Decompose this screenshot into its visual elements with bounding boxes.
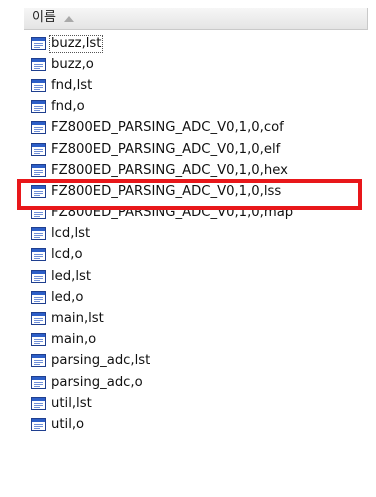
file-name: buzz,o: [51, 56, 94, 72]
file-name: lcd,lst: [51, 226, 91, 242]
file-list: buzz,lst buzz,o fnd,lst fnd,o FZ800ED_PARSIN…: [31, 33, 294, 436]
file-icon: [31, 248, 47, 262]
file-icon: [31, 269, 47, 284]
file-row[interactable]: FZ800ED_PARSING_ADC_V0,1,0,lss: [31, 181, 294, 202]
file-row[interactable]: util,lst: [31, 393, 294, 414]
name-column-header[interactable]: 이름: [24, 8, 368, 30]
file-row[interactable]: FZ800ED_PARSING_ADC_V0,1,0,cof: [31, 118, 294, 139]
file-icon: [31, 121, 47, 135]
file-row[interactable]: led,o: [31, 287, 294, 308]
file-row[interactable]: FZ800ED_PARSING_ADC_V0,1,0,elf: [31, 139, 294, 160]
file-name: led,o: [51, 289, 84, 305]
file-row[interactable]: main,lst: [31, 308, 294, 329]
file-row[interactable]: main,o: [31, 330, 294, 351]
file-name: buzz,lst: [48, 34, 104, 53]
file-icon: [31, 142, 47, 157]
file-row[interactable]: led,lst: [31, 266, 294, 287]
file-name: fnd,o: [51, 99, 85, 115]
file-row[interactable]: parsing_adc,lst: [31, 351, 294, 372]
file-icon: [31, 417, 47, 432]
file-icon: [31, 354, 47, 368]
file-row[interactable]: lcd,o: [31, 245, 294, 266]
file-icon: [31, 57, 47, 72]
name-column-label: 이름: [32, 10, 56, 25]
file-name: fnd,lst: [51, 77, 93, 93]
file-list-pane: 이름 buzz,lst buzz,o fnd,lst fnd,o FZ800ED_PAR…: [0, 0, 376, 497]
file-row[interactable]: util,o: [31, 414, 294, 435]
file-name: FZ800ED_PARSING_ADC_V0,1,0,map: [51, 205, 294, 221]
sort-ascending-icon: [64, 16, 74, 22]
file-name: util,lst: [51, 395, 92, 411]
file-name: parsing_adc,o: [51, 374, 143, 390]
file-row[interactable]: fnd,o: [31, 97, 294, 118]
file-icon: [31, 333, 47, 347]
file-icon: [31, 184, 47, 199]
file-icon: [31, 312, 47, 326]
file-icon: [31, 100, 47, 114]
file-name: led,lst: [51, 268, 92, 284]
file-name: main,lst: [51, 311, 104, 327]
file-icon: [31, 227, 47, 241]
file-icon: [31, 163, 47, 178]
file-row[interactable]: fnd,lst: [31, 75, 294, 96]
file-row[interactable]: parsing_adc,o: [31, 372, 294, 393]
file-icon: [31, 290, 47, 305]
file-row[interactable]: buzz,o: [31, 54, 294, 75]
file-name: FZ800ED_PARSING_ADC_V0,1,0,hex: [51, 162, 288, 178]
file-row[interactable]: FZ800ED_PARSING_ADC_V0,1,0,hex: [31, 160, 294, 181]
file-name: main,o: [51, 332, 97, 348]
file-icon: [31, 78, 47, 93]
file-name: parsing_adc,lst: [51, 353, 151, 369]
file-icon: [31, 206, 47, 220]
file-icon: [31, 36, 47, 51]
file-icon: [31, 396, 47, 411]
file-name: FZ800ED_PARSING_ADC_V0,1,0,cof: [51, 120, 284, 136]
file-row[interactable]: buzz,lst: [31, 33, 294, 54]
file-name: util,o: [51, 416, 85, 432]
file-name: lcd,o: [51, 247, 83, 263]
file-name: FZ800ED_PARSING_ADC_V0,1,0,lss: [51, 183, 282, 199]
file-row[interactable]: FZ800ED_PARSING_ADC_V0,1,0,map: [31, 203, 294, 224]
file-name: FZ800ED_PARSING_ADC_V0,1,0,elf: [51, 141, 281, 157]
file-row[interactable]: lcd,lst: [31, 224, 294, 245]
file-icon: [31, 375, 47, 390]
